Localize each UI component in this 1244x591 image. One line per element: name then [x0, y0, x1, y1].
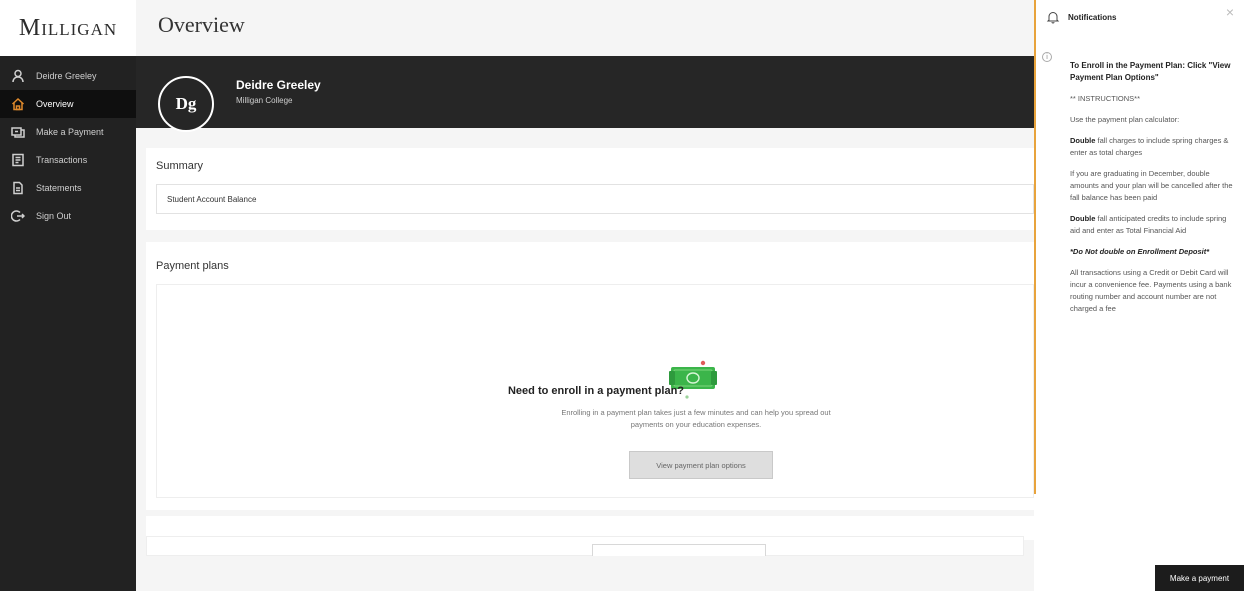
notification-warning-text: *Do Not double on Enrollment Deposit* — [1070, 247, 1210, 256]
make-payment-button[interactable]: Make a payment — [1155, 565, 1244, 591]
sidebar-item-label: Sign Out — [36, 211, 72, 221]
notifications-title: Notifications — [1068, 12, 1117, 22]
sidebar-item-profile[interactable]: Deidre Greeley — [0, 62, 136, 90]
profile-name: Deidre Greeley — [236, 78, 321, 92]
sidebar-item-make-payment[interactable]: Make a Payment — [0, 118, 136, 146]
top-bar: Overview — [136, 0, 1034, 56]
sidebar-item-label: Deidre Greeley — [36, 71, 97, 81]
notification-text: All transactions using a Credit or Debit… — [1070, 268, 1232, 313]
enroll-heading: Need to enroll in a payment plan? — [507, 385, 685, 397]
view-payment-plan-options-button[interactable]: View payment plan options — [629, 451, 773, 479]
notification-heading: To Enroll in the Payment Plan: Click "Vi… — [1070, 61, 1231, 82]
transactions-icon — [10, 152, 26, 168]
student-account-balance-row[interactable]: Student Account Balance — [156, 184, 1034, 214]
payment-icon — [10, 124, 26, 140]
notification-bold: Double — [1070, 214, 1096, 223]
summary-title: Summary — [156, 160, 204, 172]
notification-warning: *Do Not double on Enrollment Deposit* — [1070, 246, 1238, 258]
sidebar-item-label: Make a Payment — [36, 127, 104, 137]
sidebar-item-label: Transactions — [36, 155, 88, 165]
notification-message: To Enroll in the Payment Plan: Click "Vi… — [1070, 60, 1238, 324]
lower-card — [146, 536, 1024, 556]
sidebar: Milligan Deidre Greeley Overview Make a … — [0, 0, 136, 591]
info-icon: i — [1042, 52, 1052, 62]
page-title: Overview — [158, 12, 245, 37]
statements-icon — [10, 180, 26, 196]
payment-plans-title: Payment plans — [156, 260, 229, 272]
notifications-panel: Notifications × i To Enroll in the Payme… — [1034, 0, 1244, 494]
home-icon — [10, 96, 26, 112]
profile-band: Dg Deidre Greeley Milligan College — [136, 56, 1034, 132]
app-root: Milligan Deidre Greeley Overview Make a … — [0, 0, 1244, 591]
sidebar-item-statements[interactable]: Statements — [0, 174, 136, 202]
milligan-logo[interactable]: Milligan — [0, 0, 136, 56]
payment-plans-card: Need to enroll in a payment plan? Enroll… — [156, 284, 1034, 498]
sidebar-item-label: Overview — [36, 99, 74, 109]
payment-plans-panel: Payment plans Need to enroll in a paymen… — [146, 242, 1034, 510]
summary-panel: Summary Student Account Balance — [146, 148, 1034, 230]
notification-text: Use the payment plan calculator: — [1070, 115, 1180, 124]
avatar: Dg — [158, 76, 214, 132]
enroll-description: Enrolling in a payment plan takes just a… — [561, 408, 831, 429]
main-content: Overview Dg Deidre Greeley Milligan Coll… — [136, 0, 1034, 591]
notification-instructions-label: ** INSTRUCTIONS** — [1070, 94, 1141, 103]
close-icon[interactable]: × — [1226, 4, 1234, 20]
sidebar-nav: Deidre Greeley Overview Make a Payment T… — [0, 56, 136, 591]
notifications-header: Notifications — [1046, 10, 1116, 24]
sign-out-icon — [10, 208, 26, 224]
sidebar-item-transactions[interactable]: Transactions — [0, 146, 136, 174]
balance-label: Student Account Balance — [167, 194, 257, 204]
bell-icon — [1046, 12, 1060, 24]
notification-text: If you are graduating in December, doubl… — [1070, 169, 1233, 202]
notification-text: Double fall anticipated credits to inclu… — [1070, 213, 1238, 237]
notification-bold: Double — [1070, 136, 1096, 145]
user-icon — [10, 68, 26, 84]
sidebar-item-overview[interactable]: Overview — [0, 90, 136, 118]
sidebar-item-sign-out[interactable]: Sign Out — [0, 202, 136, 230]
sidebar-item-label: Statements — [36, 183, 82, 193]
lower-tab[interactable] — [592, 544, 766, 556]
profile-school: Milligan College — [236, 96, 293, 105]
notification-text: Double fall charges to include spring ch… — [1070, 135, 1238, 159]
